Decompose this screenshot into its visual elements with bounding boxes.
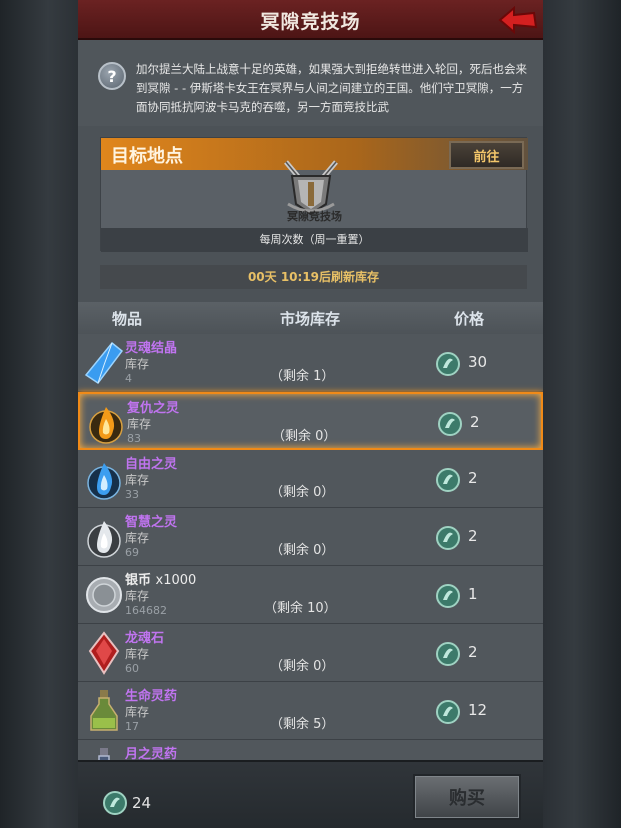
left-background — [0, 0, 80, 828]
stock-label: 库存 — [125, 647, 150, 661]
right-background — [543, 0, 621, 828]
back-button[interactable] — [497, 4, 539, 36]
intro-text: 加尔提兰大陆上战意十足的英雄，如果强大到拒绝转世进入轮回，死后也会来到冥隙 - … — [136, 62, 527, 114]
stock-label: 库存 — [125, 473, 150, 487]
stock-value: 33 — [125, 488, 139, 501]
shop-row-life-elixir[interactable]: 生命灵药 库存 17 （剩余 5） 12 — [78, 682, 543, 740]
price-value: 2 — [468, 469, 478, 487]
remaining-count: （剩余 0） — [272, 429, 337, 444]
remaining-count: （剩余 5） — [270, 717, 335, 732]
price-value: 1 — [468, 585, 478, 603]
shop-row-dragon-soul-stone[interactable]: 龙魂石 库存 60 （剩余 0） 2 — [78, 624, 543, 682]
stock-value: 17 — [125, 720, 139, 733]
stock-label: 库存 — [125, 705, 150, 719]
header-price: 价格 — [454, 310, 485, 328]
item-name: 自由之灵 — [125, 457, 178, 472]
arena-coin-icon — [436, 468, 460, 492]
stock-label: 库存 — [125, 531, 150, 545]
white-flame-spirit-icon — [83, 514, 125, 560]
go-button[interactable]: 前往 — [449, 141, 524, 169]
silver-coin-icon — [83, 572, 125, 618]
page-title: 冥隙竞技场 — [260, 11, 361, 33]
shop-row-wisdom-spirit[interactable]: 智慧之灵 库存 69 （剩余 0） 2 — [78, 508, 543, 566]
item-name: 智慧之灵 — [125, 515, 178, 530]
target-location-card: 目标地点 前往 冥隙竞技场 每周次数（周一重置） — [100, 137, 528, 252]
item-name: 银币 x1000 — [125, 569, 196, 588]
help-glyph: ? — [107, 66, 117, 86]
stock-value: 4 — [125, 372, 132, 385]
remaining-count: （剩余 0） — [270, 485, 335, 500]
stock-value: 83 — [127, 432, 141, 445]
remaining-count: （剩余 0） — [270, 659, 335, 674]
price-value: 2 — [468, 527, 478, 545]
blue-flame-spirit-icon — [83, 456, 125, 502]
stock-label: 库存 — [125, 357, 150, 371]
price-value: 2 — [468, 643, 478, 661]
item-name: 龙魂石 — [125, 631, 165, 646]
arena-coin-icon — [103, 791, 127, 815]
arena-coin-icon — [436, 584, 460, 608]
buy-button[interactable]: 购买 — [413, 774, 521, 820]
red-dragon-stone-icon — [83, 630, 125, 676]
item-quantity: x1000 — [155, 573, 197, 588]
orange-flame-spirit-icon — [85, 400, 127, 446]
weekly-count-text: 每周次数（周一重置） — [101, 228, 528, 252]
stock-label: 库存 — [127, 417, 152, 431]
target-title: 目标地点 — [111, 146, 183, 167]
item-name: 生命灵药 — [125, 689, 178, 704]
blue-crystal-icon — [83, 340, 125, 386]
remaining-count: （剩余 0） — [270, 543, 335, 558]
help-icon[interactable]: ? — [98, 62, 126, 90]
item-name: 灵魂结晶 — [125, 341, 178, 356]
shop-row-soul-crystal[interactable]: 灵魂结晶 库存 4 （剩余 1） 30 — [78, 334, 543, 392]
remaining-count: （剩余 10） — [264, 601, 337, 616]
stock-value: 60 — [125, 662, 139, 675]
table-header: 物品 市场库存 价格 — [78, 302, 543, 334]
currency-amount: 24 — [132, 794, 152, 812]
currency-display: 24 — [102, 790, 151, 816]
intro-section: ? 加尔提兰大陆上战意十足的英雄，如果强大到拒绝转世进入轮回，死后也会来到冥隙 … — [78, 40, 543, 126]
shop-panel: 冥隙竞技场 ? 加尔提兰大陆上战意十足的英雄，如果强大到拒绝转世进入轮回，死后也… — [78, 0, 543, 828]
item-name-text: 银币 — [125, 573, 152, 588]
title-bar: 冥隙竞技场 — [78, 0, 543, 40]
arena-coin-icon — [438, 412, 462, 436]
price-value: 12 — [468, 701, 488, 719]
arena-coin-icon — [436, 352, 460, 376]
remaining-count: （剩余 1） — [270, 369, 335, 384]
stock-value: 69 — [125, 546, 139, 559]
header-item: 物品 — [112, 310, 143, 328]
green-potion-icon — [83, 688, 125, 734]
price-value: 2 — [470, 413, 480, 431]
bottom-bar: 24 购买 — [78, 760, 543, 828]
item-name: 复仇之灵 — [127, 401, 180, 416]
shop-row-revenge-spirit[interactable]: 复仇之灵 库存 83 （剩余 0） 2 — [78, 392, 543, 450]
shop-row-silver-coin[interactable]: 银币 x1000 库存 164682 （剩余 10） 1 — [78, 566, 543, 624]
arena-coin-icon — [436, 642, 460, 666]
back-arrow-icon — [498, 5, 538, 35]
stock-value: 164682 — [125, 604, 167, 617]
price-value: 30 — [468, 353, 488, 371]
header-stock: 市场库存 — [280, 310, 341, 328]
arena-coin-icon — [436, 700, 460, 724]
shop-row-freedom-spirit[interactable]: 自由之灵 库存 33 （剩余 0） 2 — [78, 450, 543, 508]
refresh-timer: 00天 10:19后刷新库存 — [100, 265, 527, 289]
stock-label: 库存 — [125, 589, 150, 603]
arena-label: 冥隙竞技场 — [287, 210, 342, 223]
arena-coin-icon — [436, 526, 460, 550]
